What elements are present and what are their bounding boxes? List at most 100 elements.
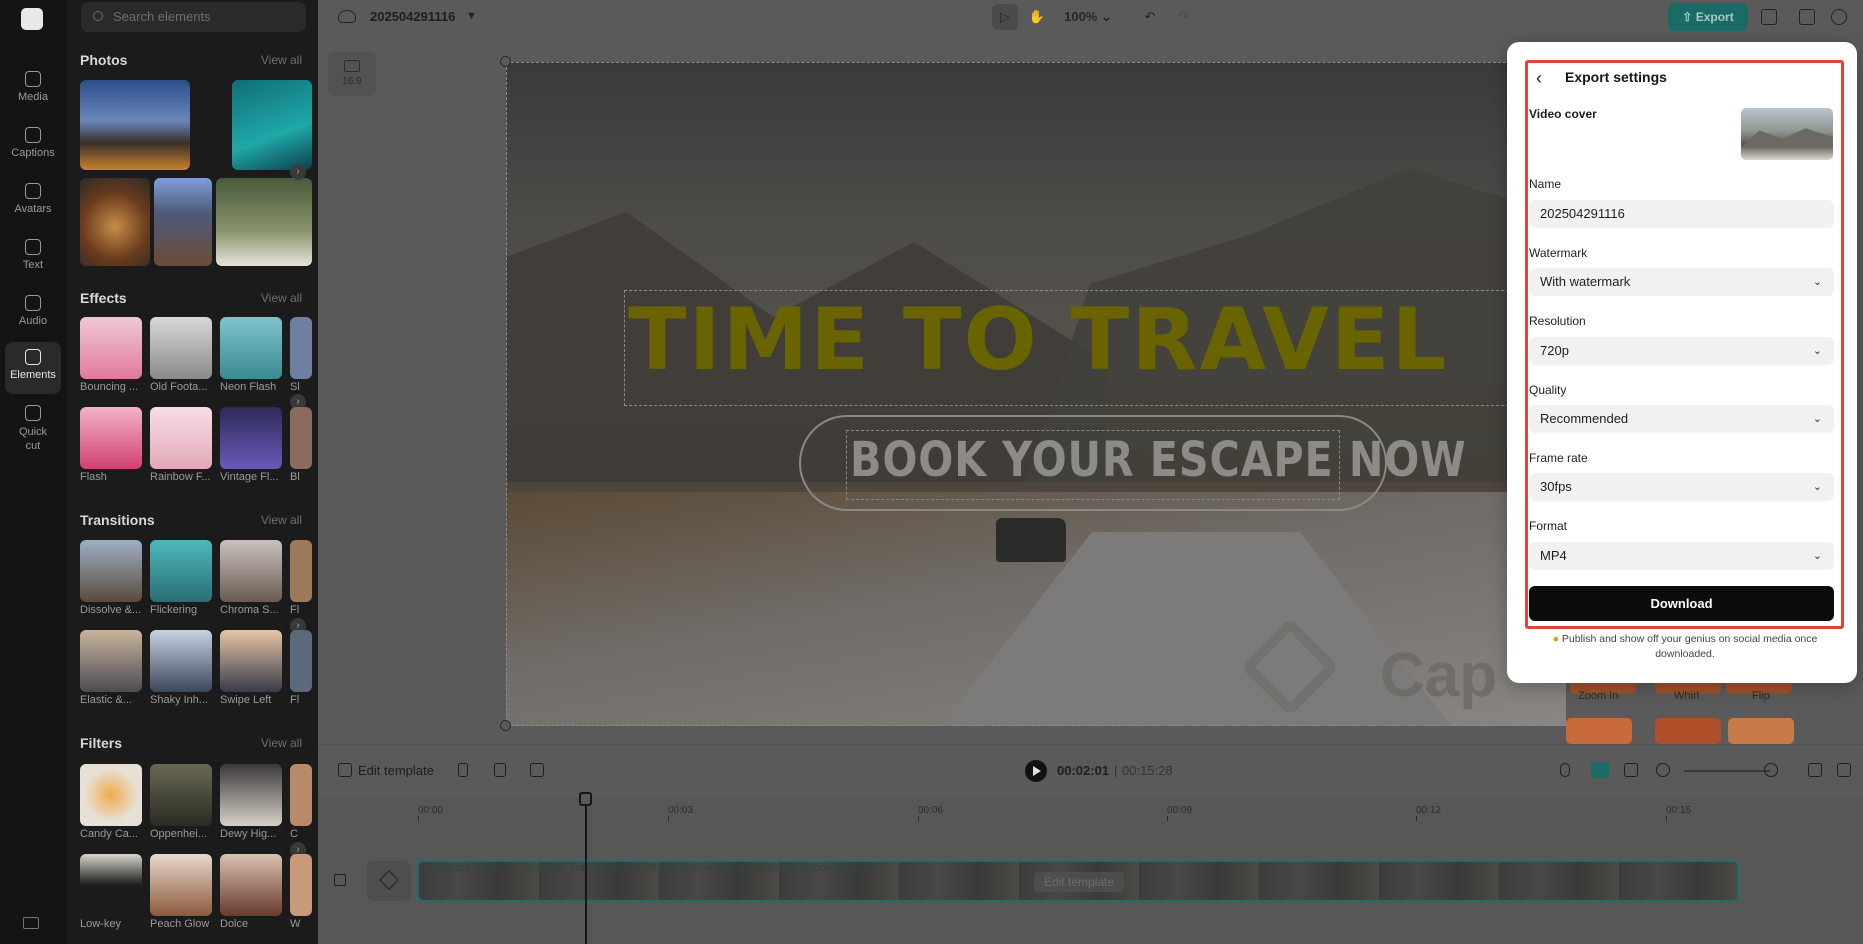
subheadline-text[interactable]: BOOK YOUR ESCAPE NOW bbox=[850, 432, 1467, 488]
cover-edit-button[interactable] bbox=[367, 861, 411, 901]
rail-item-avatars[interactable]: Avatars bbox=[5, 176, 61, 228]
filters-view-all[interactable]: View all bbox=[261, 736, 302, 750]
volume-icon[interactable] bbox=[334, 874, 346, 886]
filter-thumb[interactable] bbox=[220, 854, 282, 916]
filter-thumb[interactable] bbox=[220, 764, 282, 826]
effect-thumb[interactable] bbox=[220, 317, 282, 379]
effect-thumb[interactable] bbox=[290, 407, 312, 469]
photos-scroll-arrow-icon[interactable]: › bbox=[290, 164, 306, 180]
tick-mark bbox=[918, 816, 919, 821]
timeline-zoom-slider[interactable] bbox=[1684, 770, 1770, 772]
effect-thumb[interactable] bbox=[80, 407, 142, 469]
effect-thumb[interactable] bbox=[220, 407, 282, 469]
keyboard-icon[interactable] bbox=[23, 917, 39, 929]
photos-view-all[interactable]: View all bbox=[261, 53, 302, 67]
playhead-handle[interactable] bbox=[579, 792, 592, 806]
auto-snap-icon[interactable] bbox=[1591, 762, 1609, 778]
comment-icon[interactable] bbox=[1837, 763, 1851, 777]
link-icon[interactable] bbox=[1624, 763, 1638, 777]
effect-thumb[interactable] bbox=[290, 317, 312, 379]
download-menu-icon[interactable] bbox=[530, 763, 544, 777]
effects-view-all[interactable]: View all bbox=[261, 291, 302, 305]
search-input[interactable]: Search elements bbox=[81, 2, 306, 32]
rail-item-media[interactable]: Media bbox=[5, 64, 61, 116]
popover-thumb[interactable] bbox=[1655, 718, 1721, 744]
zoom-out-icon[interactable] bbox=[1656, 763, 1670, 777]
playhead[interactable] bbox=[585, 794, 587, 944]
rail-item-text[interactable]: Text bbox=[5, 232, 61, 284]
photo-thumb[interactable] bbox=[216, 178, 312, 266]
transition-label: Fl bbox=[290, 694, 300, 706]
transition-thumb[interactable] bbox=[220, 540, 282, 602]
cloud-icon[interactable] bbox=[338, 10, 356, 23]
redo-icon[interactable]: ↷ bbox=[1172, 4, 1196, 30]
filter-thumb[interactable] bbox=[80, 764, 142, 826]
layout-icon[interactable] bbox=[1799, 9, 1815, 25]
edit-template-button[interactable]: Edit template bbox=[358, 763, 434, 778]
transition-thumb[interactable] bbox=[80, 540, 142, 602]
edit-template-icon[interactable] bbox=[338, 763, 352, 777]
zoom-select[interactable]: 100% ⌄ bbox=[1062, 4, 1114, 30]
filter-thumb[interactable] bbox=[80, 854, 142, 916]
headline-text[interactable]: TIME TO TRAVEL bbox=[628, 290, 1448, 390]
popover-label: Zoom In bbox=[1578, 690, 1619, 702]
transition-thumb[interactable] bbox=[220, 630, 282, 692]
rail-item-elements[interactable]: Elements bbox=[5, 342, 61, 394]
capcut-logo-icon[interactable] bbox=[21, 8, 43, 30]
rail-item-audio[interactable]: Audio bbox=[5, 288, 61, 340]
resize-handle[interactable] bbox=[500, 56, 511, 67]
project-name[interactable]: 202504291116 bbox=[370, 9, 455, 24]
hand-tool-icon[interactable]: ✋ bbox=[1024, 4, 1050, 30]
popover-thumb[interactable] bbox=[1566, 718, 1632, 744]
video-cover-thumbnail[interactable] bbox=[1741, 108, 1833, 160]
transition-thumb[interactable] bbox=[80, 630, 142, 692]
filter-thumb[interactable] bbox=[290, 764, 312, 826]
transition-label: Flickering bbox=[150, 604, 198, 616]
layers-icon[interactable] bbox=[1761, 9, 1777, 25]
undo-icon[interactable]: ↶ bbox=[1138, 4, 1162, 30]
video-cover-label: Video cover bbox=[1529, 107, 1597, 121]
effect-thumb[interactable] bbox=[150, 407, 212, 469]
transition-thumb[interactable] bbox=[150, 630, 212, 692]
chevron-down-icon[interactable]: ▼ bbox=[466, 10, 477, 22]
back-arrow-icon[interactable]: ‹ bbox=[1536, 68, 1542, 89]
delete-icon[interactable] bbox=[494, 763, 506, 777]
download-button[interactable]: Download bbox=[1529, 586, 1834, 621]
effect-thumb[interactable] bbox=[150, 317, 212, 379]
photo-thumb[interactable] bbox=[80, 80, 190, 170]
clip-edit-template-button[interactable]: Edit template bbox=[1034, 872, 1125, 892]
quality-select[interactable]: Recommended ⌄ bbox=[1529, 405, 1834, 433]
photo-thumb[interactable] bbox=[232, 80, 312, 170]
transitions-view-all[interactable]: View all bbox=[261, 513, 302, 527]
aspect-ratio-button[interactable]: 16:9 bbox=[328, 52, 376, 96]
filter-thumb[interactable] bbox=[150, 764, 212, 826]
popover-label: Flip bbox=[1752, 690, 1770, 702]
filter-thumb[interactable] bbox=[150, 854, 212, 916]
photo-thumb[interactable] bbox=[154, 178, 212, 266]
popover-thumb[interactable] bbox=[1728, 718, 1794, 744]
name-field[interactable]: 202504291116 bbox=[1529, 200, 1834, 228]
frame-rate-select[interactable]: 30fps ⌄ bbox=[1529, 473, 1834, 501]
settings-gear-icon[interactable] bbox=[1831, 9, 1847, 25]
split-icon[interactable] bbox=[458, 763, 468, 777]
resolution-select[interactable]: 720p ⌄ bbox=[1529, 337, 1834, 365]
pen-icon bbox=[379, 870, 399, 890]
play-button[interactable] bbox=[1025, 760, 1047, 782]
watermark-select[interactable]: With watermark ⌄ bbox=[1529, 268, 1834, 296]
pointer-tool-icon[interactable]: ▷ bbox=[992, 4, 1018, 30]
transition-thumb[interactable] bbox=[290, 630, 312, 692]
photo-thumb[interactable] bbox=[80, 178, 150, 266]
fit-timeline-icon[interactable] bbox=[1808, 763, 1822, 777]
rail-item-quick-cut[interactable]: Quick cut bbox=[5, 398, 61, 458]
filter-thumb[interactable] bbox=[290, 854, 312, 916]
resize-handle[interactable] bbox=[500, 720, 511, 731]
rail-item-captions[interactable]: Captions bbox=[5, 120, 61, 172]
format-select[interactable]: MP4 ⌄ bbox=[1529, 542, 1834, 570]
transition-thumb[interactable] bbox=[290, 540, 312, 602]
microphone-icon[interactable] bbox=[1560, 763, 1570, 777]
transition-label: Fl bbox=[290, 604, 300, 616]
zoom-in-icon[interactable] bbox=[1764, 763, 1778, 777]
transition-thumb[interactable] bbox=[150, 540, 212, 602]
export-button[interactable]: ⇧ Export bbox=[1668, 3, 1748, 31]
effect-thumb[interactable] bbox=[80, 317, 142, 379]
